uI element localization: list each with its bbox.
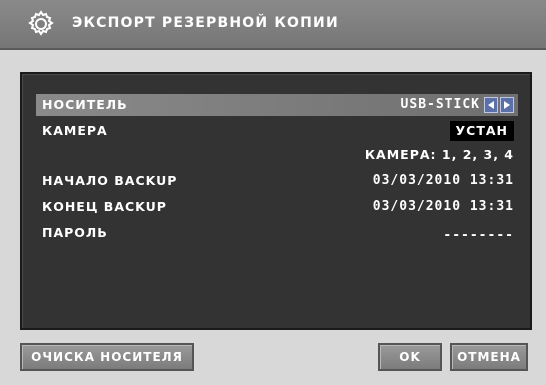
row-password[interactable]: ПАРОЛЬ -------- bbox=[36, 222, 518, 244]
password-field[interactable]: -------- bbox=[443, 228, 514, 243]
next-media-button[interactable] bbox=[500, 97, 514, 113]
media-label: НОСИТЕЛЬ bbox=[42, 97, 128, 112]
row-media[interactable]: НОСИТЕЛЬ USB-STICK bbox=[36, 94, 518, 116]
media-selector-arrows bbox=[484, 97, 514, 113]
arrow-left-icon bbox=[488, 101, 494, 109]
prev-media-button[interactable] bbox=[484, 97, 498, 113]
camera-label: КАМЕРА bbox=[42, 123, 108, 138]
backup-end-label: КОНЕЦ BACKUP bbox=[42, 199, 167, 214]
gear-icon bbox=[28, 10, 54, 36]
row-camera-list: КАМЕРА: 1, 2, 3, 4 bbox=[36, 144, 518, 166]
cancel-button[interactable]: ОТМЕНА bbox=[450, 343, 528, 371]
window-title: ЭКСПОРТ РЕЗЕРВНОЙ КОПИИ bbox=[72, 15, 339, 31]
camera-set-button[interactable]: УСТАН bbox=[449, 121, 514, 141]
backup-start-value: 03/03/2010 13:31 bbox=[372, 173, 514, 188]
title-bar: ЭКСПОРТ РЕЗЕРВНОЙ КОПИИ bbox=[0, 0, 546, 50]
row-backup-start[interactable]: НАЧАЛО BACKUP 03/03/2010 13:31 bbox=[36, 170, 518, 192]
ok-button[interactable]: OK bbox=[378, 343, 442, 371]
settings-panel: НОСИТЕЛЬ USB-STICK КАМЕРА УСТАН КАМЕРА: … bbox=[20, 72, 532, 330]
backup-end-value: 03/03/2010 13:31 bbox=[372, 199, 514, 214]
clear-media-button[interactable]: ОЧИСКА НОСИТЕЛЯ bbox=[20, 343, 194, 371]
password-label: ПАРОЛЬ bbox=[42, 225, 108, 240]
row-backup-end[interactable]: КОНЕЦ BACKUP 03/03/2010 13:31 bbox=[36, 196, 518, 218]
backup-start-label: НАЧАЛО BACKUP bbox=[42, 173, 178, 188]
media-value: USB-STICK bbox=[400, 97, 480, 112]
arrow-right-icon bbox=[504, 101, 510, 109]
camera-list-value: КАМЕРА: 1, 2, 3, 4 bbox=[364, 147, 514, 162]
row-camera[interactable]: КАМЕРА УСТАН bbox=[36, 120, 518, 142]
